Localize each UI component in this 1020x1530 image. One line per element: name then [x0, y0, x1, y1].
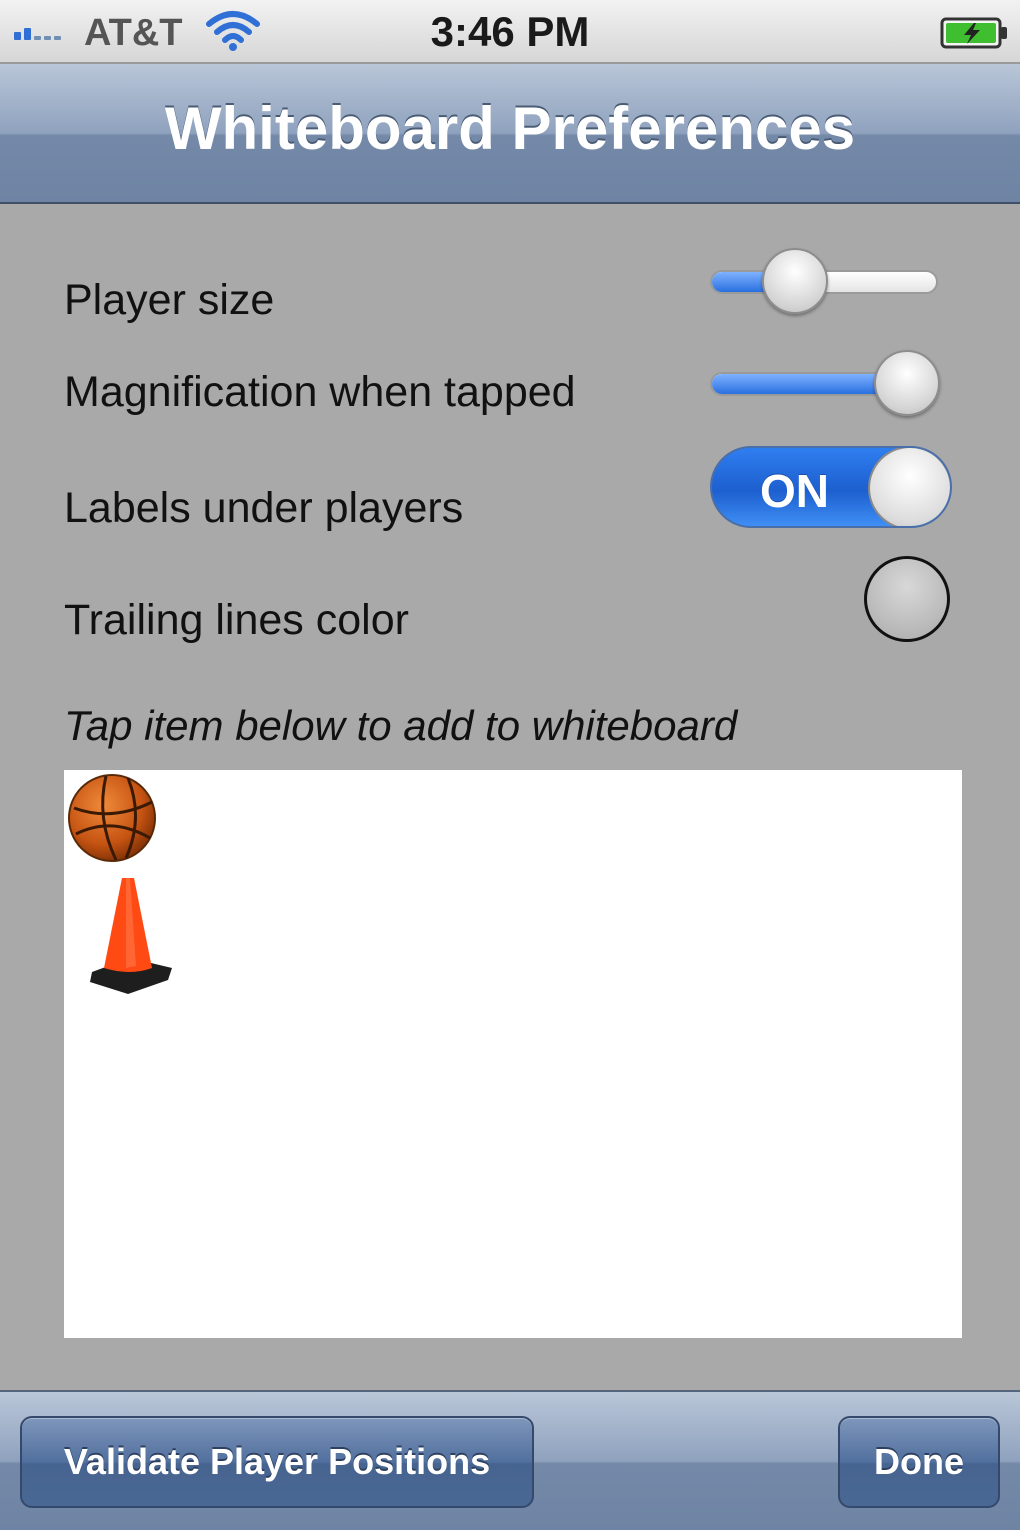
- done-button[interactable]: Done: [838, 1416, 1000, 1508]
- navigation-bar: Whiteboard Preferences: [0, 64, 1020, 204]
- switch-knob: [868, 448, 950, 526]
- item-palette: [64, 770, 962, 1338]
- labels-under-players-switch[interactable]: ON: [710, 446, 952, 528]
- player-size-label: Player size: [64, 276, 275, 324]
- magnification-label: Magnification when tapped: [64, 368, 576, 416]
- status-bar: AT&T 3:46 PM: [0, 0, 1020, 64]
- basketball-icon[interactable]: [66, 772, 158, 869]
- trailing-lines-color-label: Trailing lines color: [64, 596, 409, 644]
- magnification-slider[interactable]: [710, 350, 940, 416]
- battery-charging-icon: [940, 16, 1010, 55]
- bottom-toolbar: Validate Player Positions Done: [0, 1390, 1020, 1530]
- validate-player-positions-button[interactable]: Validate Player Positions: [20, 1416, 534, 1508]
- page-title: Whiteboard Preferences: [164, 95, 856, 162]
- status-time: 3:46 PM: [430, 8, 590, 55]
- slider-thumb[interactable]: [873, 350, 940, 416]
- slider-thumb[interactable]: [761, 248, 828, 314]
- palette-hint: Tap item below to add to whiteboard: [64, 702, 738, 749]
- trailing-lines-color-picker[interactable]: [864, 556, 950, 642]
- switch-state-text: ON: [760, 465, 829, 517]
- player-size-slider[interactable]: [710, 248, 938, 314]
- labels-under-players-label: Labels under players: [64, 484, 464, 532]
- traffic-cone-icon[interactable]: [86, 876, 176, 999]
